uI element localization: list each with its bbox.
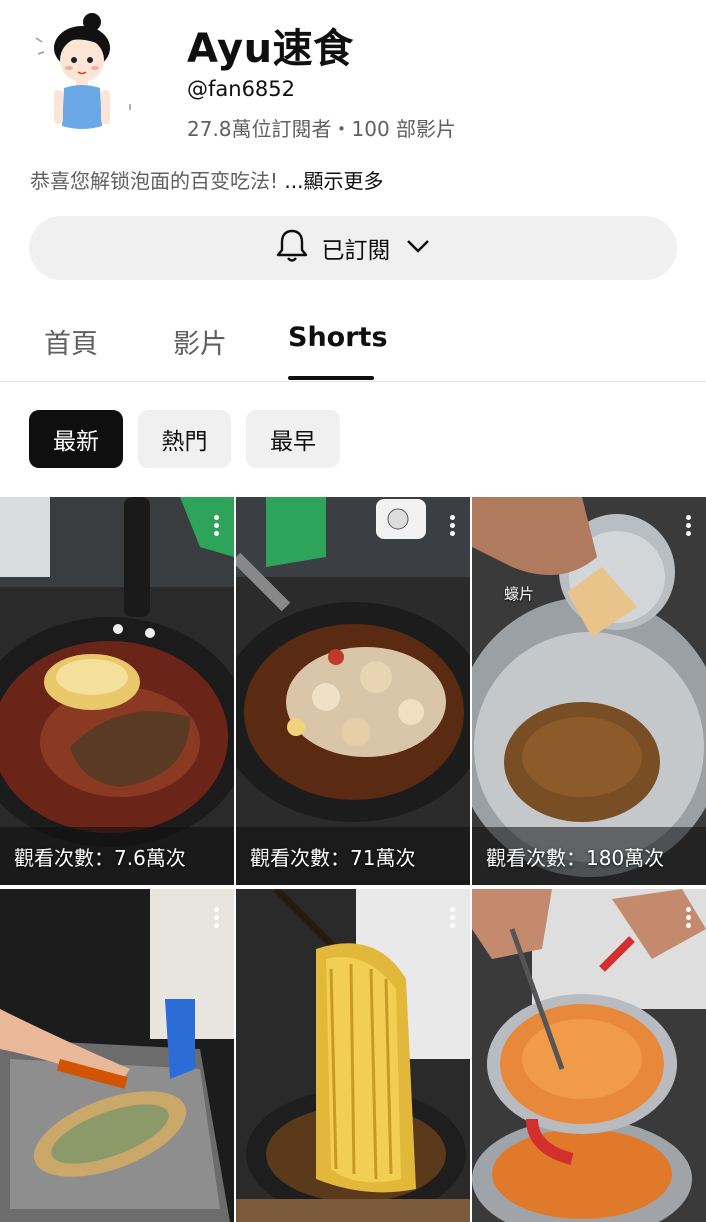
tab-shorts[interactable]: Shorts [288, 322, 388, 353]
short-thumbnail[interactable] [472, 889, 706, 1222]
short-thumbnail-image [236, 497, 470, 885]
chip-latest[interactable]: 最新 [29, 410, 123, 468]
chevron-down-icon [405, 238, 431, 258]
short-thumbnail-image [472, 497, 706, 885]
short-thumbnail[interactable]: 觀看次數：71萬次 [236, 497, 470, 885]
short-view-count: 觀看次數：71萬次 [250, 846, 416, 870]
more-options-icon[interactable] [448, 907, 456, 931]
description-text: 恭喜您解锁泡面的百变吃法! [30, 169, 285, 193]
channel-stats: 27.8萬位訂閱者・100 部影片 [187, 117, 457, 141]
short-overlay-text: 蠔片 [504, 585, 535, 603]
short-thumbnail[interactable]: 觀看次數：7.6萬次 [0, 497, 234, 885]
short-thumbnail[interactable] [0, 889, 234, 1222]
short-thumbnail[interactable] [236, 889, 470, 1222]
short-view-count: 觀看次數：180萬次 [486, 846, 665, 870]
tab-videos[interactable]: 影片 [173, 322, 227, 361]
subscribed-button[interactable]: 已訂閱 [29, 216, 677, 280]
short-thumbnail-image [0, 497, 234, 885]
chip-oldest[interactable]: 最早 [246, 410, 340, 468]
short-thumbnail[interactable]: 蠔片 觀看次數：180萬次 [472, 497, 706, 885]
channel-description[interactable]: 恭喜您解锁泡面的百变吃法! ...顯示更多 [30, 165, 383, 194]
chip-popular[interactable]: 熱門 [138, 410, 231, 468]
active-tab-indicator [288, 376, 374, 380]
short-view-count: 觀看次數：7.6萬次 [14, 846, 186, 870]
more-options-icon[interactable] [684, 515, 692, 539]
channel-name: Ayu速食 [187, 26, 354, 72]
short-thumbnail-image [0, 889, 234, 1222]
more-options-icon[interactable] [212, 907, 220, 931]
more-options-icon[interactable] [448, 515, 456, 539]
channel-avatar[interactable] [22, 8, 144, 142]
more-options-icon[interactable] [212, 515, 220, 539]
bell-icon [276, 228, 308, 268]
short-thumbnail-image [472, 889, 706, 1222]
show-more-link[interactable]: ...顯示更多 [284, 169, 383, 193]
short-thumbnail-image [236, 889, 470, 1222]
tab-home[interactable]: 首頁 [44, 322, 98, 361]
more-options-icon[interactable] [684, 907, 692, 931]
subscribed-label: 已訂閱 [321, 238, 391, 264]
channel-handle: @fan6852 [187, 77, 296, 101]
channel-tabs: 首頁 影片 Shorts [0, 300, 706, 382]
